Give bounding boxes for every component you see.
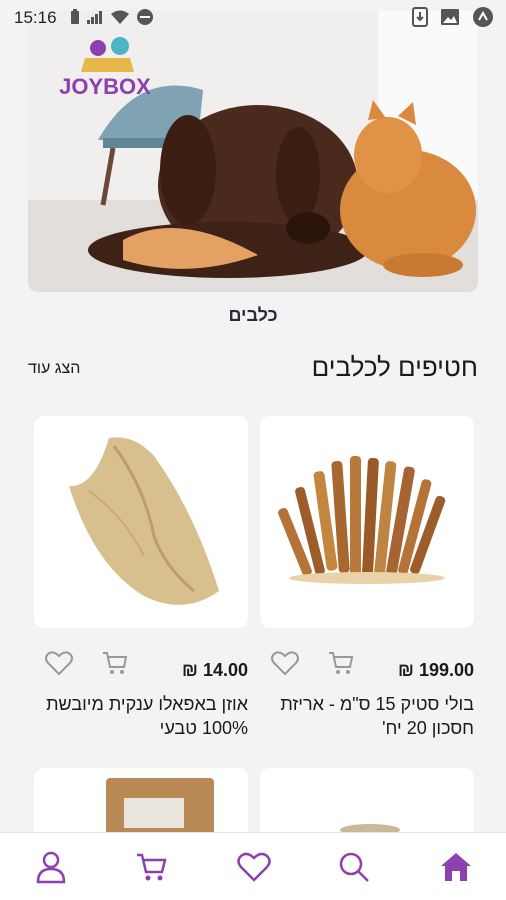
status-bar: 15:16 — [0, 0, 506, 36]
show-more-link[interactable]: הצג עוד — [28, 360, 80, 378]
product-price: 14.00 ₪ — [182, 660, 248, 680]
product-image-bully-sticks — [278, 456, 446, 584]
status-icons-left — [70, 8, 154, 26]
battery-icon — [71, 9, 79, 24]
image-icon — [441, 9, 459, 25]
assistant-icon — [473, 7, 493, 27]
status-icons-right — [412, 6, 494, 28]
heart-icon[interactable] — [270, 648, 300, 678]
product-name[interactable]: אוזן באפאלו ענקית מיובשת 100% טבעי — [34, 692, 248, 740]
product-price: 199.00 ₪ — [398, 660, 474, 680]
heart-icon[interactable] — [44, 648, 74, 678]
heart-icon[interactable] — [236, 849, 272, 885]
wifi-icon — [111, 10, 129, 24]
status-time: 15:16 — [14, 8, 57, 27]
hero-banner[interactable]: JOYBOX — [28, 10, 478, 292]
product-name[interactable]: בולי סטיק 15 ס"מ - אריזת חסכון 20 יח' — [260, 692, 474, 740]
hero-caption[interactable]: כלבים — [0, 305, 506, 326]
product-card[interactable] — [34, 416, 248, 628]
cart-icon[interactable] — [326, 648, 356, 678]
cart-icon[interactable] — [134, 849, 170, 885]
download-icon — [412, 7, 428, 27]
dnd-icon — [137, 9, 153, 25]
user-icon[interactable] — [33, 849, 69, 885]
search-icon[interactable] — [336, 849, 372, 885]
joybox-logo: JOYBOX — [59, 37, 151, 99]
section-title: חטיפים לכלבים — [311, 352, 478, 382]
logo-text: JOYBOX — [59, 74, 151, 99]
bottom-navigation — [0, 832, 506, 900]
product-image-buffalo-ear — [69, 437, 219, 605]
product-card[interactable] — [260, 416, 474, 628]
signal-icon — [87, 11, 102, 24]
home-icon[interactable] — [438, 849, 474, 885]
cart-icon[interactable] — [100, 648, 130, 678]
